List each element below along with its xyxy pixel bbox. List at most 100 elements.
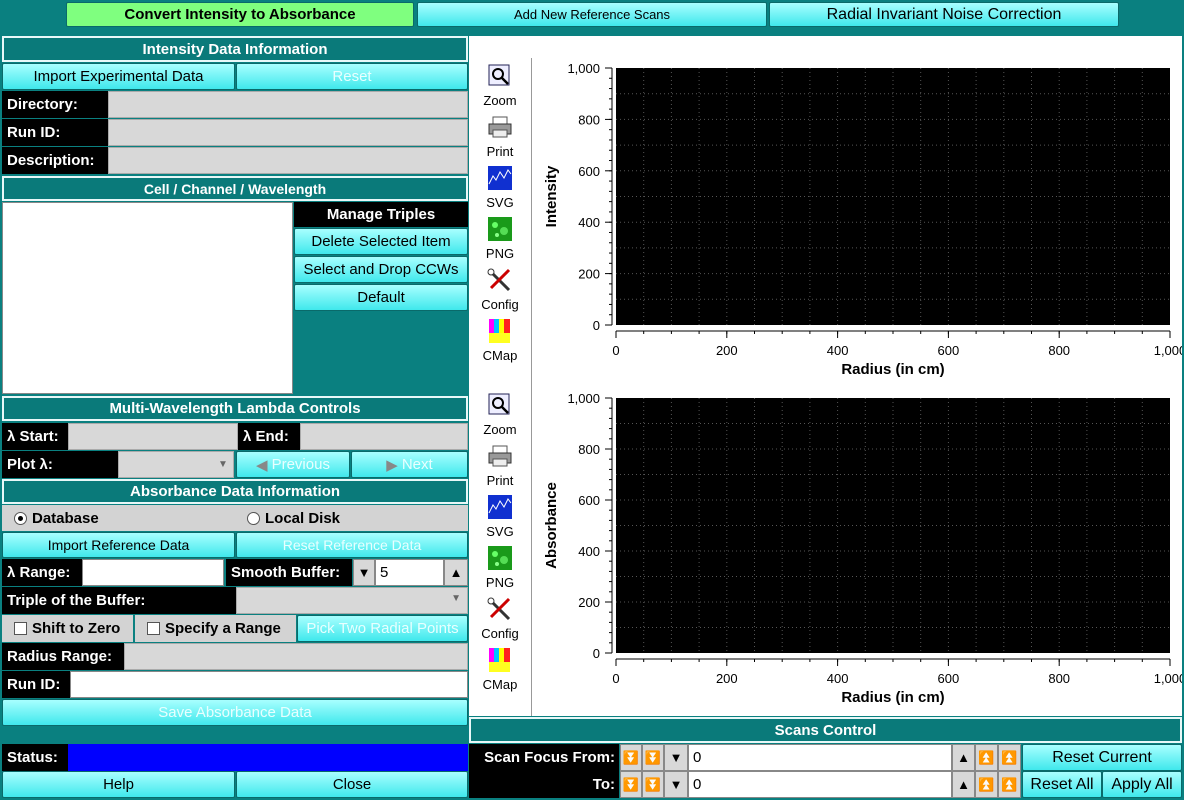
config-icon: [487, 268, 511, 292]
print-tool[interactable]: Print: [470, 444, 530, 495]
png-tool[interactable]: PNG: [470, 217, 530, 268]
toolbar-top: Zoom Print SVG PNG Config CMap: [470, 64, 528, 370]
cmap-tool[interactable]: CMap: [470, 648, 530, 699]
import-reference-data-button[interactable]: Import Reference Data: [2, 532, 235, 558]
tab-add-reference-scans[interactable]: Add New Reference Scans: [417, 2, 767, 27]
scan-from-input[interactable]: 0: [688, 744, 952, 771]
to-step-down[interactable]: ▼: [664, 771, 688, 798]
specify-range-label: Specify a Range: [165, 620, 281, 637]
zoom-icon: [488, 393, 510, 415]
scan-to-input[interactable]: 0: [688, 771, 952, 798]
save-absorbance-data-button[interactable]: Save Absorbance Data: [2, 699, 468, 726]
ccw-header: Cell / Channel / Wavelength: [2, 176, 468, 201]
close-button[interactable]: Close: [236, 771, 468, 798]
delete-selected-item-button[interactable]: Delete Selected Item: [294, 228, 468, 255]
zoom-tool[interactable]: Zoom: [470, 393, 530, 444]
printer-icon: [488, 445, 512, 467]
to-step-up-med[interactable]: ⏫: [975, 771, 998, 798]
select-drop-ccws-button[interactable]: Select and Drop CCWs: [294, 256, 468, 283]
y-axis-label: Intensity: [543, 165, 560, 227]
smooth-increment-button[interactable]: ▲: [444, 559, 468, 586]
y-tick-label: 600: [578, 164, 600, 179]
pick-two-radial-points-button[interactable]: Pick Two Radial Points: [297, 615, 468, 642]
runid-field[interactable]: [108, 119, 468, 146]
absorbance-chart[interactable]: 0 200 400 600 800 1,000 0 200 400 600 800 1,000 Radi…: [532, 388, 1182, 716]
to-step-down-med[interactable]: ⏬: [642, 771, 664, 798]
x-tick-label: 800: [1048, 343, 1070, 358]
description-label: Description:: [2, 147, 108, 174]
lambda-start-label: λ Start:: [2, 423, 68, 450]
config-tool[interactable]: Config: [470, 597, 530, 648]
cmap-tool[interactable]: CMap: [470, 319, 530, 370]
import-experimental-data-button[interactable]: Import Experimental Data: [2, 63, 235, 90]
directory-field[interactable]: [108, 91, 468, 118]
to-step-up[interactable]: ▲: [952, 771, 975, 798]
cmap-label: CMap: [482, 348, 518, 363]
from-step-down[interactable]: ▼: [664, 744, 688, 771]
lambda-range-field[interactable]: [82, 559, 224, 586]
tab-convert-intensity[interactable]: Convert Intensity to Absorbance: [66, 2, 414, 27]
from-step-up[interactable]: ▲: [952, 744, 975, 771]
previous-button[interactable]: ◀ Previous: [236, 451, 350, 478]
x-axis-label: Radius (in cm): [841, 689, 944, 706]
ccw-list[interactable]: [2, 202, 293, 394]
config-label: Config: [481, 626, 519, 641]
radius-range-field[interactable]: [124, 643, 468, 670]
reset-button[interactable]: Reset: [236, 63, 468, 90]
print-tool[interactable]: Print: [470, 115, 530, 166]
lambda-end-label: λ End:: [238, 423, 300, 450]
y-tick-label: 0: [593, 646, 600, 661]
reset-current-button[interactable]: Reset Current: [1022, 744, 1182, 771]
shift-zero-checkbox[interactable]: Shift to Zero: [2, 615, 133, 642]
triple-buffer-select[interactable]: ▼: [236, 587, 468, 614]
config-tool[interactable]: Config: [470, 268, 530, 319]
to-step-down-big[interactable]: ⏬: [620, 771, 642, 798]
smooth-decrement-button[interactable]: ▼: [353, 559, 375, 586]
apply-all-button[interactable]: Apply All: [1102, 771, 1182, 798]
description-field[interactable]: [108, 147, 468, 174]
svg-tool[interactable]: SVG: [470, 166, 530, 217]
svg-export-icon: [488, 166, 512, 190]
next-button[interactable]: ▶ Next: [351, 451, 468, 478]
reset-reference-data-button[interactable]: Reset Reference Data: [236, 532, 468, 558]
from-step-down-big[interactable]: ⏬: [620, 744, 642, 771]
from-step-up-big[interactable]: ⏫: [998, 744, 1021, 771]
help-button[interactable]: Help: [2, 771, 235, 798]
double-up-icon: ⏫: [978, 749, 995, 765]
y-tick-label: 1,000: [567, 391, 600, 406]
manage-triples-label: Manage Triples: [294, 202, 468, 227]
zoom-tool[interactable]: Zoom: [470, 64, 530, 115]
reset-all-button[interactable]: Reset All: [1022, 771, 1102, 798]
local-disk-radio[interactable]: Local Disk: [247, 510, 340, 527]
triangle-up-icon: ▲: [957, 750, 970, 765]
to-step-up-big[interactable]: ⏫: [998, 771, 1021, 798]
tab-ri-noise-correction[interactable]: Radial Invariant Noise Correction: [769, 2, 1119, 27]
lambda-start-field[interactable]: [68, 423, 238, 450]
svg-tool[interactable]: SVG: [470, 495, 530, 546]
database-radio[interactable]: Database: [14, 510, 99, 527]
png-tool[interactable]: PNG: [470, 546, 530, 597]
specify-range-checkbox[interactable]: Specify a Range: [135, 615, 296, 642]
arrow-left-icon: ◀: [256, 456, 268, 474]
runid-label: Run ID:: [2, 119, 108, 146]
double-down-icon: ⏬: [644, 749, 662, 765]
y-tick-label: 200: [578, 267, 600, 282]
previous-label: Previous: [271, 456, 330, 473]
lambda-end-field[interactable]: [300, 423, 468, 450]
database-label: Database: [32, 510, 99, 527]
plot-lambda-select[interactable]: ▼: [118, 451, 234, 478]
x-tick-label: 600: [938, 671, 960, 686]
plot-lambda-label: Plot λ:: [2, 451, 118, 478]
printer-icon: [488, 116, 512, 138]
abs-runid-input[interactable]: [70, 671, 468, 698]
default-button[interactable]: Default: [294, 284, 468, 311]
config-icon: [487, 597, 511, 621]
intensity-header: Intensity Data Information: [2, 36, 468, 62]
from-step-up-med[interactable]: ⏫: [975, 744, 998, 771]
intensity-chart[interactable]: 0 200 400 600 800 1,000 0 200 400 600 800 1,000 Radi…: [532, 58, 1182, 388]
next-label: Next: [401, 456, 433, 473]
from-step-down-med[interactable]: ⏬: [642, 744, 664, 771]
zoom-label: Zoom: [483, 93, 517, 108]
smooth-buffer-input[interactable]: 5: [375, 559, 444, 586]
local-disk-label: Local Disk: [265, 510, 341, 527]
